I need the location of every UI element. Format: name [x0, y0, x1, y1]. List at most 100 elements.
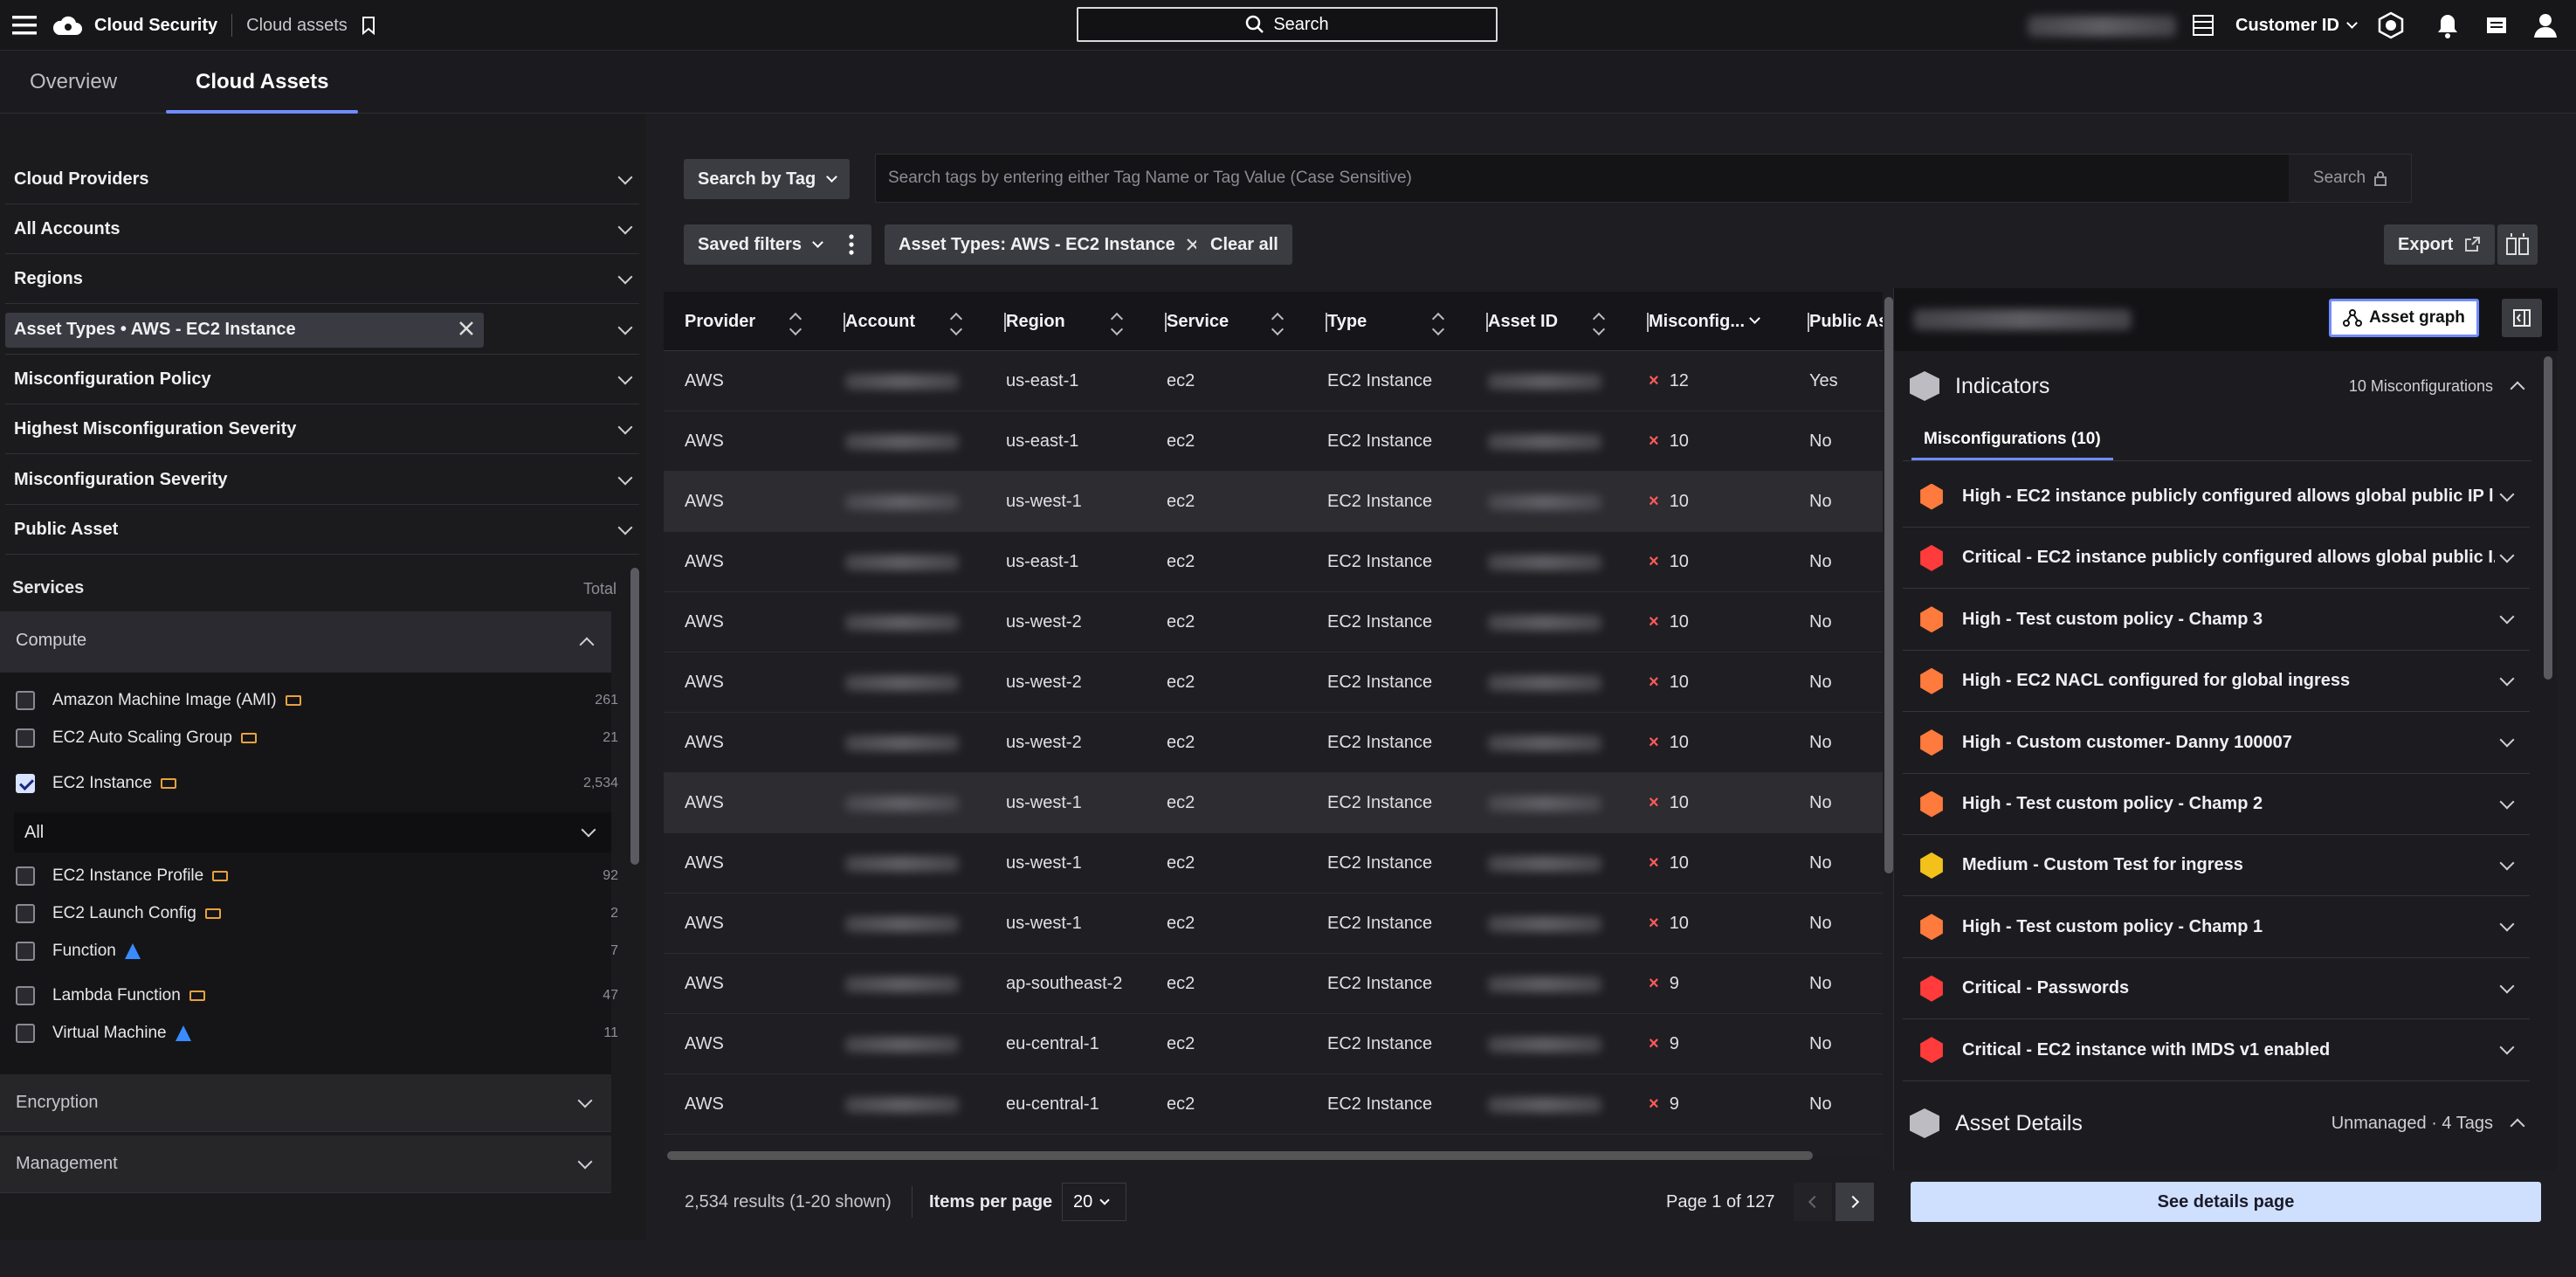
bookmark-icon[interactable]: [362, 16, 375, 35]
table-row[interactable]: AWS us-west-2 ec2 EC2 Instance × 10 No: [664, 652, 1883, 713]
search-by-tag-dropdown[interactable]: Search by Tag: [684, 159, 851, 199]
misconfiguration-item[interactable]: High - EC2 instance publicly configured …: [1903, 466, 2530, 528]
table-row[interactable]: AWS ap-southeast-2 ec2 EC2 Instance × 9 No: [664, 954, 1883, 1014]
items-per-page-select[interactable]: 20: [1062, 1183, 1126, 1221]
table-horizontal-scrollbar[interactable]: [667, 1151, 1813, 1160]
service-ec2-launch-config[interactable]: EC2 Launch Config 2: [16, 895, 618, 932]
filter-label: Misconfiguration Policy: [14, 369, 211, 389]
close-icon[interactable]: [458, 320, 475, 337]
misconfiguration-item[interactable]: Critical - Passwords: [1903, 958, 2530, 1020]
tag-search-input[interactable]: Search tags by entering either Tag Name …: [875, 154, 2412, 203]
table-row[interactable]: AWS us-east-1 ec2 EC2 Instance × 10 No: [664, 532, 1883, 592]
column-header-type[interactable]: Type: [1327, 292, 1488, 351]
column-header-asset-id[interactable]: Asset ID: [1488, 292, 1649, 351]
customer-id-dropdown[interactable]: Customer ID: [2235, 0, 2358, 51]
misconfiguration-item[interactable]: High - Test custom policy - Champ 1: [1903, 897, 2530, 958]
service-function[interactable]: Function 7: [16, 933, 618, 970]
checkbox[interactable]: [16, 728, 35, 748]
asset-graph-button[interactable]: Asset graph: [2329, 299, 2479, 337]
tab-overview[interactable]: Overview: [30, 51, 117, 114]
checkbox[interactable]: [16, 986, 35, 1005]
saved-filters-dropdown[interactable]: Saved filters: [684, 224, 836, 265]
column-header-account[interactable]: Account: [845, 292, 1006, 351]
shield-badge-icon[interactable]: [2377, 0, 2405, 51]
error-x-icon: ×: [1649, 733, 1659, 752]
service-ami[interactable]: Amazon Machine Image (AMI) 261: [16, 682, 618, 719]
misconfiguration-item[interactable]: High - Test custom policy - Champ 3: [1903, 590, 2530, 651]
compute-group-header[interactable]: Compute: [0, 611, 611, 673]
service-lambda-function[interactable]: Lambda Function 47: [16, 977, 618, 1014]
service-virtual-machine[interactable]: Virtual Machine 11: [16, 1015, 618, 1052]
export-button[interactable]: Export: [2384, 224, 2496, 265]
next-page-button[interactable]: [1836, 1183, 1874, 1221]
bell-icon[interactable]: [2436, 0, 2459, 51]
misconfiguration-item[interactable]: High - Custom customer- Danny 100007: [1903, 713, 2530, 774]
column-header-service[interactable]: Service: [1167, 292, 1327, 351]
group-management[interactable]: Management: [0, 1135, 611, 1193]
checkbox-checked[interactable]: [16, 774, 35, 793]
active-filter-chip[interactable]: Asset Types: AWS - EC2 Instance: [885, 224, 1214, 265]
table-row[interactable]: AWS us-east-1 ec2 EC2 Instance × 12 Yes: [664, 351, 1883, 411]
indicators-section-header[interactable]: Indicators 10 Misconfigurations: [1903, 351, 2540, 421]
detail-scrollbar[interactable]: [2544, 356, 2552, 680]
filter-misconfiguration-severity[interactable]: Misconfiguration Severity: [5, 456, 639, 505]
ec2-subselect-dropdown[interactable]: All: [14, 812, 611, 852]
table-vertical-scrollbar[interactable]: [1884, 297, 1893, 873]
checkbox[interactable]: [16, 866, 35, 886]
global-search-button[interactable]: Search: [1077, 7, 1498, 42]
service-ec2-auto-scaling[interactable]: EC2 Auto Scaling Group 21: [16, 720, 618, 756]
column-settings-button[interactable]: [2497, 224, 2538, 265]
misconfiguration-item[interactable]: Critical - EC2 instance with IMDS v1 ena…: [1903, 1020, 2530, 1081]
column-header-provider[interactable]: Provider: [685, 292, 845, 351]
cell-provider: AWS: [685, 371, 724, 390]
more-options-button[interactable]: [831, 224, 871, 265]
cell-account-redacted: [845, 472, 959, 532]
user-profile-icon[interactable]: [2532, 0, 2559, 51]
previous-page-button[interactable]: [1794, 1183, 1832, 1221]
filter-all-accounts[interactable]: All Accounts: [5, 205, 639, 254]
table-row[interactable]: AWS eu-central-1 ec2 EC2 Instance × 9 No: [664, 1014, 1883, 1074]
cell-asset-id-redacted: [1488, 592, 1601, 652]
filter-misconfiguration-policy[interactable]: Misconfiguration Policy: [5, 355, 639, 404]
misconfiguration-item[interactable]: High - EC2 NACL configured for global in…: [1903, 651, 2530, 713]
checkbox[interactable]: [16, 691, 35, 710]
filter-asset-types[interactable]: Asset Types • AWS - EC2 Instance: [5, 306, 639, 355]
table-row[interactable]: AWS us-west-2 ec2 EC2 Instance × 10 No: [664, 713, 1883, 773]
table-row[interactable]: AWS us-west-1 ec2 EC2 Instance × 10 No: [664, 833, 1883, 894]
column-header-misconfigurations[interactable]: Misconfig...: [1649, 292, 1809, 351]
tag-search-button[interactable]: Search: [2289, 155, 2411, 202]
column-header-public-asset[interactable]: Public As: [1809, 292, 1883, 351]
table-row[interactable]: AWS us-west-1 ec2 EC2 Instance × 10 No: [664, 894, 1883, 954]
misconfiguration-item[interactable]: High - Test custom policy - Champ 2: [1903, 774, 2530, 835]
see-details-page-button[interactable]: See details page: [1911, 1182, 2541, 1222]
checkbox[interactable]: [16, 1024, 35, 1043]
breadcrumb[interactable]: Cloud assets: [246, 16, 348, 36]
service-ec2-instance[interactable]: EC2 Instance 2,534: [16, 765, 618, 802]
table-layout-icon[interactable]: [2192, 0, 2214, 51]
misconfiguration-item[interactable]: Critical - EC2 instance publicly configu…: [1903, 528, 2530, 590]
misconfiguration-item[interactable]: Medium - Custom Test for ingress: [1903, 835, 2530, 897]
group-encryption[interactable]: Encryption: [0, 1074, 611, 1132]
column-header-region[interactable]: Region: [1006, 292, 1167, 351]
news-feed-icon[interactable]: [2484, 0, 2509, 51]
tab-cloud-assets[interactable]: Cloud Assets: [165, 51, 360, 114]
checkbox[interactable]: [16, 904, 35, 923]
table-row[interactable]: AWS us-west-2 ec2 EC2 Instance × 10 No: [664, 592, 1883, 652]
filter-highest-severity[interactable]: Highest Misconfiguration Severity: [5, 405, 639, 454]
filter-cloud-providers[interactable]: Cloud Providers: [5, 155, 639, 204]
table-row[interactable]: AWS us-west-1 ec2 EC2 Instance × 10 No: [664, 773, 1883, 833]
service-ec2-instance-profile[interactable]: EC2 Instance Profile 92: [16, 858, 618, 894]
asset-details-section-header[interactable]: Asset Details Unmanaged · 4 Tags: [1903, 1088, 2540, 1158]
checkbox[interactable]: [16, 942, 35, 961]
azure-icon: [175, 1025, 191, 1041]
tab-misconfigurations[interactable]: Misconfigurations (10): [1911, 430, 2113, 460]
hamburger-menu-icon[interactable]: [12, 0, 37, 51]
filter-public-asset[interactable]: Public Asset: [5, 506, 639, 555]
clear-all-button[interactable]: Clear all: [1196, 224, 1292, 265]
collapse-panel-button[interactable]: [2502, 299, 2542, 337]
table-row[interactable]: AWS us-east-1 ec2 EC2 Instance × 10 No: [664, 411, 1883, 472]
table-row[interactable]: AWS eu-central-1 ec2 EC2 Instance × 9 No: [664, 1074, 1883, 1135]
table-row[interactable]: AWS us-west-1 ec2 EC2 Instance × 10 No: [664, 472, 1883, 532]
filter-scrollbar[interactable]: [630, 568, 639, 865]
filter-regions[interactable]: Regions: [5, 255, 639, 304]
